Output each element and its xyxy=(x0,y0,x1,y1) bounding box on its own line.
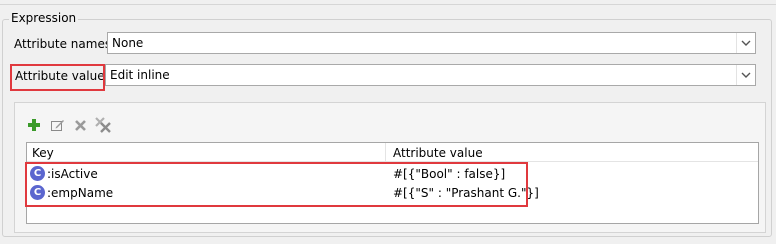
column-header-key[interactable]: Key xyxy=(32,146,54,160)
column-divider[interactable] xyxy=(385,143,386,162)
attribute-values-value: Edit inline xyxy=(110,68,170,82)
attribute-names-label: Attribute names xyxy=(14,37,112,51)
edit-icon[interactable] xyxy=(49,117,65,133)
group-title: Expression xyxy=(9,11,79,25)
column-header-attribute-value[interactable]: Attribute value xyxy=(393,146,483,160)
add-icon[interactable] xyxy=(26,117,42,133)
attribute-values-select[interactable]: Edit inline xyxy=(105,64,756,86)
delete-all-icon[interactable] xyxy=(95,117,111,133)
chevron-down-icon[interactable] xyxy=(736,65,755,85)
delete-icon[interactable] xyxy=(72,117,88,133)
chevron-down-icon[interactable] xyxy=(736,33,755,53)
table-toolbar xyxy=(26,116,111,134)
attribute-names-select[interactable]: None xyxy=(107,32,756,54)
attribute-names-value: None xyxy=(112,36,144,50)
highlight-attribute-values-label xyxy=(10,64,105,91)
highlight-table-rows xyxy=(25,162,528,207)
table-header: Key Attribute value xyxy=(27,143,758,162)
top-separator xyxy=(0,0,776,5)
